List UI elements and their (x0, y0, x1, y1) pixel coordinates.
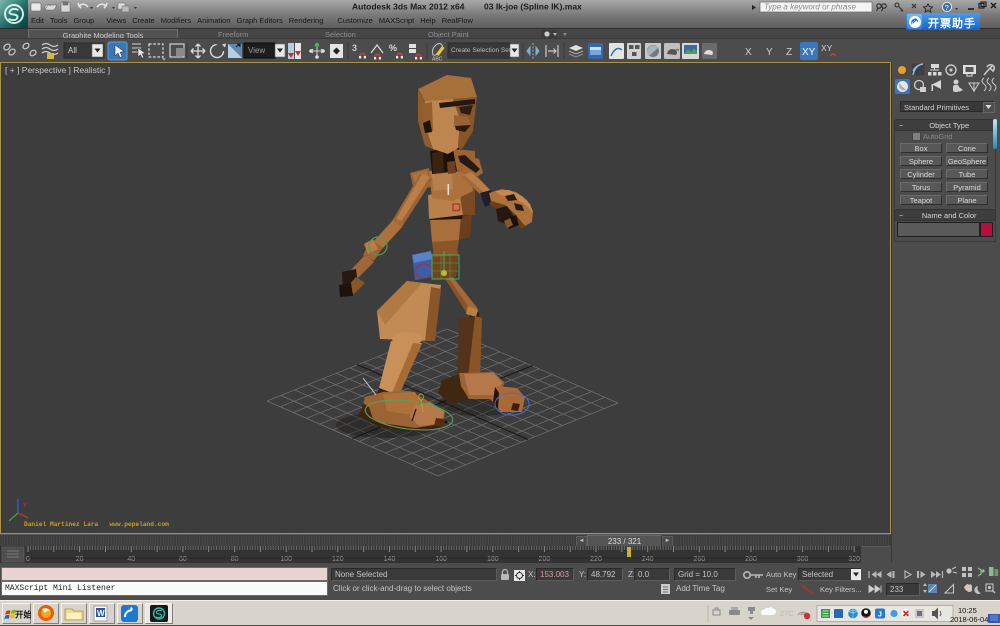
svg-text:All: All (68, 46, 77, 55)
svg-text:40: 40 (127, 556, 135, 563)
svg-text:X: X (745, 47, 752, 58)
svg-text:140: 140 (384, 556, 396, 563)
svg-text:W: W (97, 609, 105, 618)
svg-text:XY: XY (802, 47, 816, 58)
svg-text:0: 0 (26, 556, 30, 563)
svg-text:60: 60 (179, 556, 187, 563)
svg-text:03 Ik-joe (Spline IK).max: 03 Ik-joe (Spline IK).max (484, 2, 582, 12)
svg-text:180: 180 (487, 556, 499, 563)
svg-text:Daniel Martinez Lara www.pep: Daniel Martinez Lara www.pepeland.com (24, 521, 169, 528)
svg-text:J: J (878, 610, 882, 619)
svg-text:Z: Z (786, 47, 792, 58)
svg-text:160: 160 (435, 556, 447, 563)
svg-text:280: 280 (745, 556, 757, 563)
svg-text:240: 240 (642, 556, 654, 563)
svg-text:Y: Y (766, 47, 773, 58)
svg-text:Type a keyword or phrase: Type a keyword or phrase (764, 3, 856, 12)
svg-text:200: 200 (539, 556, 551, 563)
svg-text:3: 3 (352, 43, 357, 53)
svg-text:20: 20 (76, 556, 84, 563)
svg-text:?: ? (945, 3, 949, 12)
svg-text:XY: XY (821, 43, 833, 53)
svg-text:View: View (248, 46, 265, 55)
svg-text:120: 120 (332, 556, 344, 563)
svg-text:320: 320 (848, 556, 860, 563)
svg-text:27C: 27C (780, 609, 794, 618)
svg-text:2018-06-04: 2018-06-04 (950, 615, 988, 624)
svg-text:80: 80 (231, 556, 239, 563)
svg-text:260: 260 (693, 556, 705, 563)
svg-text:开始: 开始 (15, 610, 31, 620)
svg-text:x: x (23, 502, 27, 509)
svg-text:10:25: 10:25 (958, 606, 977, 615)
svg-text:100: 100 (280, 556, 292, 563)
svg-text:Create Selection Set: Create Selection Set (451, 47, 511, 54)
svg-text:Autodesk 3ds Max 2012 x64: Autodesk 3ds Max 2012 x64 (352, 2, 465, 12)
svg-text:%: % (389, 43, 397, 53)
svg-text:300: 300 (797, 556, 809, 563)
svg-text:220: 220 (590, 556, 602, 563)
